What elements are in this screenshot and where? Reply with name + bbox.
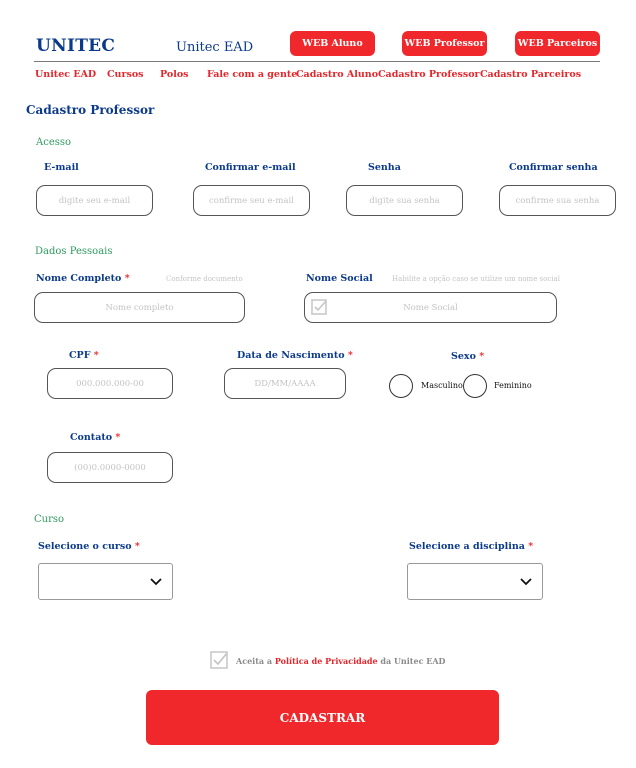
sexo-label: Sexo * <box>451 351 485 362</box>
nav-link-cadastro-parceiros[interactable]: Cadastro Parceiros <box>480 69 581 80</box>
chevron-down-icon <box>520 578 532 586</box>
nome-social-label: Nome Social <box>306 273 373 284</box>
nav-link-unitec-ead[interactable]: Unitec EAD <box>35 69 96 80</box>
nav-link-cadastro-aluno[interactable]: Cadastro Aluno <box>296 69 378 80</box>
terms-suffix: da Unitec EAD <box>380 656 446 666</box>
logo: UNITEC <box>36 36 116 56</box>
confirm-email-label: Confirmar e-mail <box>205 162 296 173</box>
privacy-policy-link[interactable]: Política de Privacidade <box>275 656 378 666</box>
nome-social-field[interactable]: Nome Social <box>304 292 557 323</box>
chevron-down-icon <box>150 578 162 586</box>
nav-link-fale-com-a-gente[interactable]: Fale com a gente <box>207 69 297 80</box>
radio-masculino[interactable] <box>389 374 413 398</box>
disciplina-select-label: Selecione a disciplina * <box>409 541 534 552</box>
senha-field[interactable]: digite sua senha <box>346 185 463 216</box>
contato-field[interactable]: (00)0.0000-0000 <box>47 452 173 483</box>
senha-label: Senha <box>368 162 401 173</box>
nome-completo-field[interactable]: Nome completo <box>34 292 245 323</box>
section-acesso: Acesso <box>36 137 72 148</box>
nome-social-checkbox[interactable] <box>311 299 327 315</box>
terms-prefix: Aceita a <box>236 656 273 666</box>
confirm-senha-label: Confirmar senha <box>509 162 598 173</box>
cadastrar-button[interactable]: CADASTRAR <box>146 690 499 745</box>
confirm-senha-field[interactable]: confirme sua senha <box>499 185 616 216</box>
section-curso: Curso <box>34 514 65 525</box>
nome-social-hint: Habilite a opção caso se utilize um nome… <box>392 275 560 283</box>
nav-link-polos[interactable]: Polos <box>160 69 189 80</box>
section-dados-pessoais: Dados Pessoais <box>35 246 113 257</box>
email-label: E-mail <box>44 162 79 173</box>
web-aluno-button[interactable]: WEB Aluno <box>290 31 375 56</box>
disciplina-select[interactable] <box>407 563 543 600</box>
email-field[interactable]: digite seu e-mail <box>36 185 153 216</box>
checkbox-check-icon <box>311 299 327 315</box>
data-nascimento-label: Data de Nascimento * <box>237 350 353 361</box>
site-subtitle: Unitec EAD <box>176 40 254 55</box>
terms-checkbox[interactable] <box>210 651 228 669</box>
nome-completo-label: Nome Completo * <box>36 273 130 284</box>
curso-select-label: Selecione o curso * <box>38 541 140 552</box>
terms-text: Aceita a Política de Privacidade da Unit… <box>236 656 445 666</box>
confirm-email-field[interactable]: confirme seu e-mail <box>193 185 310 216</box>
nav-link-cursos[interactable]: Cursos <box>107 69 144 80</box>
nome-completo-hint: Conforme documento <box>166 275 243 283</box>
cpf-field[interactable]: 000.000.000-00 <box>47 368 173 399</box>
curso-select[interactable] <box>38 563 173 600</box>
radio-feminino-label: Feminino <box>494 381 532 390</box>
page-title: Cadastro Professor <box>26 103 155 117</box>
contato-label: Contato * <box>70 432 121 443</box>
radio-feminino[interactable] <box>463 374 487 398</box>
header-divider <box>34 61 600 62</box>
checkbox-check-icon <box>210 651 228 669</box>
data-nascimento-field[interactable]: DD/MM/AAAA <box>224 368 346 399</box>
cpf-label: CPF * <box>69 350 99 361</box>
radio-masculino-label: Masculino <box>421 381 463 390</box>
web-parceiros-button[interactable]: WEB Parceiros <box>515 31 600 56</box>
web-professor-button[interactable]: WEB Professor <box>402 31 487 56</box>
nav-link-cadastro-professor[interactable]: Cadastro Professor <box>378 69 480 80</box>
